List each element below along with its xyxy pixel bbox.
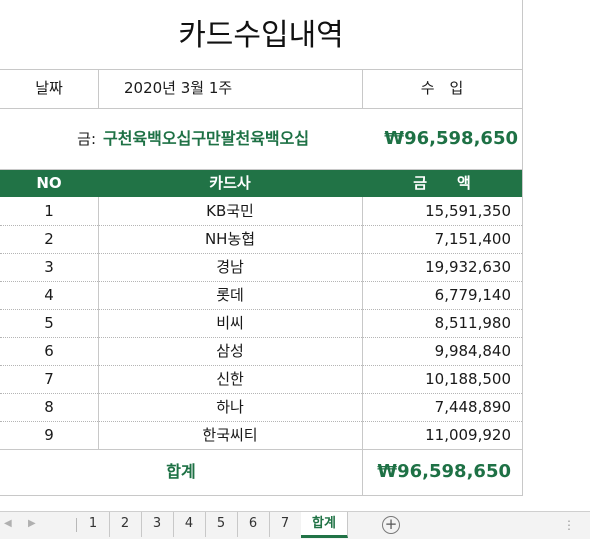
- tab-sheet-7[interactable]: 7: [269, 512, 302, 537]
- tab-sheet-2[interactable]: 2: [109, 512, 142, 537]
- tab-sheet-3[interactable]: 3: [141, 512, 174, 537]
- amount-total-top[interactable]: ₩96,598,650: [362, 125, 518, 153]
- amount-prefix[interactable]: 금:: [0, 125, 96, 153]
- total-value[interactable]: ₩96,598,650: [362, 458, 511, 486]
- grid-line: [98, 69, 99, 109]
- row-no[interactable]: 9: [0, 421, 98, 449]
- row-amount[interactable]: 6,779,140: [362, 281, 511, 309]
- row-card[interactable]: 삼성: [98, 337, 362, 365]
- row-amount[interactable]: 9,984,840: [362, 337, 511, 365]
- row-card[interactable]: 비씨: [98, 309, 362, 337]
- spreadsheet-grid[interactable]: 카드수입내역 날짜 2020년 3월 1주 수 입 금: 구천육백오십구만팔천육…: [0, 0, 590, 511]
- grid-line: [0, 495, 522, 496]
- sheet-title[interactable]: 카드수입내역: [0, 8, 522, 64]
- row-no[interactable]: 2: [0, 225, 98, 253]
- row-amount[interactable]: 19,932,630: [362, 253, 511, 281]
- date-value[interactable]: 2020년 3월 1주: [124, 74, 354, 102]
- row-card[interactable]: 한국씨티: [98, 421, 362, 449]
- row-no[interactable]: 1: [0, 197, 98, 225]
- row-card[interactable]: 신한: [98, 365, 362, 393]
- row-no[interactable]: 5: [0, 309, 98, 337]
- row-card[interactable]: 하나: [98, 393, 362, 421]
- tab-sheet-6[interactable]: 6: [237, 512, 270, 537]
- grid-line: [0, 449, 522, 450]
- grid-line: [0, 69, 522, 70]
- tab-sheet-4[interactable]: 4: [173, 512, 206, 537]
- sheet-tab-bar: ◀ ▶ 1 2 3 4 5 6 7 합계 + ⋮: [0, 511, 590, 539]
- col-no-header[interactable]: NO: [0, 170, 98, 197]
- tab-sheet-total[interactable]: 합계: [301, 512, 348, 538]
- row-amount[interactable]: 8,511,980: [362, 309, 511, 337]
- row-card[interactable]: NH농협: [98, 225, 362, 253]
- triangle-left-icon[interactable]: ◀: [4, 518, 12, 529]
- date-label[interactable]: 날짜: [0, 74, 98, 102]
- row-amount[interactable]: 7,151,400: [362, 225, 511, 253]
- row-no[interactable]: 4: [0, 281, 98, 309]
- row-card[interactable]: KB국민: [98, 197, 362, 225]
- row-no[interactable]: 7: [0, 365, 98, 393]
- row-amount[interactable]: 11,009,920: [362, 421, 511, 449]
- row-amount[interactable]: 15,591,350: [362, 197, 511, 225]
- amount-in-words[interactable]: 구천육백오십구만팔천육백오십: [103, 125, 361, 153]
- more-icon[interactable]: ⋮: [563, 518, 576, 532]
- total-label[interactable]: 합계: [0, 458, 362, 486]
- grid-line: [0, 108, 522, 109]
- row-no[interactable]: 3: [0, 253, 98, 281]
- row-amount[interactable]: 7,448,890: [362, 393, 511, 421]
- row-card[interactable]: 롯데: [98, 281, 362, 309]
- col-amount-header[interactable]: 금 액: [362, 170, 522, 197]
- tab-sheet-1[interactable]: 1: [77, 512, 110, 537]
- triangle-right-icon[interactable]: ▶: [28, 518, 36, 529]
- col-card-header[interactable]: 카드사: [98, 170, 362, 197]
- row-no[interactable]: 8: [0, 393, 98, 421]
- row-amount[interactable]: 10,188,500: [362, 365, 511, 393]
- income-label[interactable]: 수 입: [362, 74, 522, 102]
- row-no[interactable]: 6: [0, 337, 98, 365]
- tab-sheet-5[interactable]: 5: [205, 512, 238, 537]
- row-card[interactable]: 경남: [98, 253, 362, 281]
- plus-circle-icon[interactable]: +: [382, 516, 400, 534]
- right-border: [522, 0, 523, 496]
